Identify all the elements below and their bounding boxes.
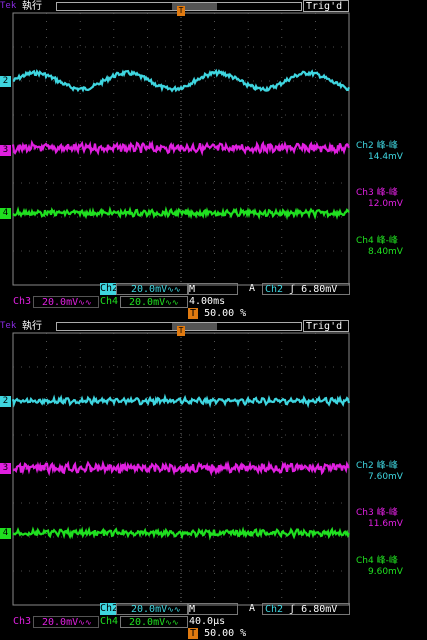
ch2-pk-pk-measurement: Ch2 峰-峰 7.60mV <box>356 461 403 483</box>
trigger-position-marker: T <box>177 6 185 16</box>
timebase-box: M 4.00ms <box>188 283 238 307</box>
ch3-coupling: ∿∿ <box>78 618 92 627</box>
ch4-waveform <box>12 526 350 541</box>
measurement-label: Ch3 峰-峰 <box>356 188 398 198</box>
trigger-channel: Ch2 <box>265 284 284 295</box>
ch3-ground-marker: 3 <box>0 145 11 156</box>
ch3-pk-pk-measurement: Ch3 峰-峰 12.0mV <box>356 188 403 210</box>
readout-row-2: Ch3 20.0mV∿∿ Ch4 20.0mV∿∿ <box>0 616 427 628</box>
ch2-label: Ch2 <box>100 603 119 615</box>
trigger-position-readout: T 50.00 % <box>188 628 268 640</box>
ch4-scale: 20.0mV <box>129 617 166 628</box>
ch2-scale: 20.0mV <box>131 284 168 295</box>
measurement-value: 9.60mV <box>368 567 403 577</box>
trigger-position: 50.00 % <box>204 308 247 319</box>
trigger-level: 6.80mV <box>301 604 338 615</box>
ch4-coupling: ∿∿ <box>165 618 179 627</box>
trigger-channel: Ch2 <box>265 604 284 615</box>
ch4-scale-box: 20.0mV∿∿ <box>120 296 188 308</box>
measurement-label: Ch2 峰-峰 <box>356 141 398 151</box>
ch3-waveform <box>11 139 351 157</box>
trigger-level: 6.80mV <box>301 284 338 295</box>
measurement-label: Ch4 峰-峰 <box>356 556 398 566</box>
ch4-coupling: ∿∿ <box>165 298 179 307</box>
trigger-icon: T <box>188 308 199 319</box>
ch3-pk-pk-measurement: Ch3 峰-峰 11.6mV <box>356 508 403 530</box>
ch4-label: Ch4 <box>100 296 119 307</box>
trigger-slope-icon: ʃ <box>289 604 296 615</box>
measurement-label: Ch3 峰-峰 <box>356 508 398 518</box>
measurement-value: 11.6mV <box>368 519 403 529</box>
measurement-value: 12.0mV <box>368 199 403 209</box>
ch4-ground-marker: 4 <box>0 528 11 539</box>
ch2-waveform <box>11 393 351 409</box>
trigger-box: Ch2 ʃ 6.80mV <box>262 283 350 295</box>
ch4-pk-pk-measurement: Ch4 峰-峰 9.60mV <box>356 556 403 578</box>
measurement-value: 14.4mV <box>368 152 403 162</box>
readout-row-2: Ch3 20.0mV∿∿ Ch4 20.0mV∿∿ <box>0 296 427 308</box>
ch2-label: Ch2 <box>100 283 119 295</box>
ch3-scale: 20.0mV <box>42 297 79 308</box>
ch2-scale: 20.0mV <box>131 604 168 615</box>
trigger-box: Ch2 ʃ 6.80mV <box>262 603 350 615</box>
ch2-scale-box: 20.0mV∿∿ <box>116 603 188 615</box>
trigger-source-label: A <box>249 283 256 294</box>
readout-row-1: Ch2 20.0mV∿∿ M 40.0µs A Ch2 ʃ 6.80mV <box>0 603 427 627</box>
measurement-value: 7.60mV <box>368 472 403 482</box>
ch2-coupling: ∿∿ <box>167 285 181 294</box>
ch4-scale: 20.0mV <box>129 297 166 308</box>
ch4-waveform <box>12 205 350 221</box>
trigger-position-readout: T 50.00 % <box>188 308 268 320</box>
scope-panel-2: Tek 執行 Trig'd T 2 3 4 Ch2 峰-峰 7.60mV Ch3… <box>0 320 427 640</box>
ch3-waveform <box>12 459 350 477</box>
scope-panel-1: Tek 執行 Trig'd T 2 3 4 Ch2 峰-峰 14.4mV Ch3… <box>0 0 427 320</box>
trigger-position: 50.00 % <box>204 628 247 639</box>
ch3-coupling: ∿∿ <box>78 298 92 307</box>
readout-row-1: Ch2 20.0mV∿∿ M 4.00ms A Ch2 ʃ 6.80mV <box>0 283 427 307</box>
ch2-scale-box: 20.0mV∿∿ <box>116 283 188 295</box>
ch4-pk-pk-measurement: Ch4 峰-峰 8.40mV <box>356 236 403 258</box>
ch2-pk-pk-measurement: Ch2 峰-峰 14.4mV <box>356 141 403 163</box>
ch3-label: Ch3 <box>13 296 33 308</box>
ch3-scale-box: 20.0mV∿∿ <box>33 296 99 308</box>
ch4-label: Ch4 <box>100 616 119 627</box>
ch4-scale-box: 20.0mV∿∿ <box>120 616 188 628</box>
ch4-ground-marker: 4 <box>0 208 11 219</box>
timebase-box: M 40.0µs <box>188 603 238 627</box>
trigger-source-label: A <box>249 603 256 614</box>
trigger-position-marker: T <box>177 326 185 336</box>
measurement-value: 8.40mV <box>368 247 403 257</box>
trigger-slope-icon: ʃ <box>289 284 296 295</box>
trigger-icon: T <box>188 628 199 639</box>
ch3-ground-marker: 3 <box>0 463 11 474</box>
ch2-ground-marker: 2 <box>0 76 11 87</box>
measurement-label: Ch4 峰-峰 <box>356 236 398 246</box>
ch3-label: Ch3 <box>13 616 32 627</box>
measurement-label: Ch2 峰-峰 <box>356 461 398 471</box>
ch2-coupling: ∿∿ <box>167 605 181 614</box>
ch3-scale-box: 20.0mV∿∿ <box>33 616 99 628</box>
ch3-scale: 20.0mV <box>42 617 79 628</box>
ch2-ground-marker: 2 <box>0 396 11 407</box>
